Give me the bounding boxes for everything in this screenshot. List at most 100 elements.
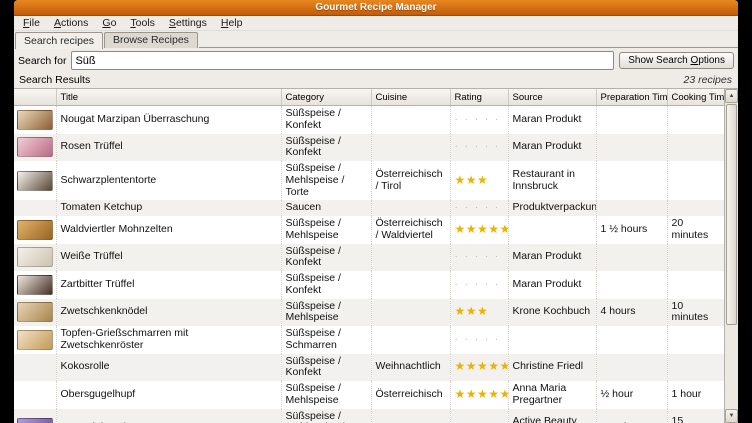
show-search-options-button[interactable]: Show Search Options (619, 52, 734, 69)
recipe-rating: ★★★ (450, 299, 508, 327)
recipe-cuisine: Weihnachtlich (371, 354, 450, 382)
table-header-row: TitleCategoryCuisineRatingSourcePreparat… (14, 89, 724, 106)
recipe-row[interactable]: Topfen-Grießschmarren mit Zwetschkenröst… (14, 326, 724, 354)
recipe-thumbnail (17, 330, 53, 350)
recipe-cook-time (667, 244, 724, 272)
window-titlebar[interactable]: Gourmet Recipe Manager (14, 0, 738, 16)
recipe-rating: ★★★★★ (450, 354, 508, 382)
recipe-row[interactable]: SchwarzplententorteSüßspeise / Mehlspeis… (14, 161, 724, 200)
recipe-category: Süßspeise / Konfekt (281, 134, 371, 162)
recipe-cuisine (371, 409, 450, 423)
recipe-rating: ★★★ (450, 161, 508, 200)
scroll-down-button[interactable]: ▼ (725, 409, 738, 423)
search-input[interactable] (71, 51, 614, 70)
recipe-cuisine (371, 106, 450, 134)
recipe-cook-time: 10 minutes (667, 299, 724, 327)
scroll-up-button[interactable]: ▲ (725, 89, 738, 103)
menu-tools[interactable]: Tools (123, 17, 162, 29)
recipe-category: Süßspeise / Konfekt (281, 244, 371, 272)
recipe-cook-time: 20 minutes (667, 216, 724, 244)
recipe-cuisine (371, 271, 450, 299)
recipe-row[interactable]: ObersgugelhupfSüßspeise / MehlspeiseÖste… (14, 381, 724, 409)
window-title: Gourmet Recipe Manager (315, 2, 436, 13)
recipe-title-text: Waldviertler Mohnzelten (61, 224, 173, 236)
recipe-cuisine: Österreichisch / Waldviertel (371, 216, 450, 244)
recipe-prep-time (596, 271, 667, 299)
column-header-preparation-time[interactable]: Preparation Time (596, 89, 667, 106)
recipe-row[interactable]: Nougat Marzipan ÜberraschungSüßspeise / … (14, 106, 724, 134)
column-header-rating[interactable]: Rating (450, 89, 508, 106)
tab-search-recipes[interactable]: Search recipes (15, 32, 103, 49)
recipe-thumbnail (17, 275, 53, 295)
results-table-area: TitleCategoryCuisineRatingSourcePreparat… (14, 88, 738, 423)
menu-file[interactable]: File (16, 17, 47, 29)
recipe-prep-time (596, 244, 667, 272)
recipe-cuisine (371, 200, 450, 216)
recipe-thumbnail-cell (14, 271, 56, 299)
app-window: Gourmet Recipe Manager File Actions Go T… (14, 0, 738, 423)
rating-empty: · · · · · (455, 141, 501, 152)
recipe-thumbnail-cell (14, 161, 56, 200)
recipe-source (508, 216, 596, 244)
recipe-cuisine (371, 134, 450, 162)
scrollbar-trough[interactable] (726, 104, 737, 408)
results-table: TitleCategoryCuisineRatingSourcePreparat… (14, 89, 724, 423)
recipe-rating: ★★★★★ (450, 381, 508, 409)
recipe-title: Rosen Trüffel (56, 134, 281, 162)
recipe-prep-time (596, 106, 667, 134)
column-header-source[interactable]: Source (508, 89, 596, 106)
recipe-row[interactable]: Kokosrolle Süßspeise / KonfektWeihnachtli… (14, 354, 724, 382)
menu-go[interactable]: Go (95, 17, 123, 29)
menu-actions[interactable]: Actions (47, 17, 95, 29)
recipe-title-text: Obersgugelhupf (61, 389, 136, 401)
recipe-row[interactable]: LavendeltörtchenSüßspeise / Mehlspeise /… (14, 409, 724, 423)
recipe-title-text: Kokosrolle (61, 361, 110, 373)
recipe-prep-time: ½ hour (596, 381, 667, 409)
vertical-scrollbar[interactable]: ▲ ▼ (724, 89, 738, 423)
recipe-thumbnail (17, 418, 53, 423)
recipe-rating: ★★★★★ (450, 216, 508, 244)
menu-help[interactable]: Help (214, 17, 250, 29)
recipe-source: Maran Produkt (508, 134, 596, 162)
recipe-category: Süßspeise / Konfekt (281, 354, 371, 382)
recipe-row[interactable]: Waldviertler Mohnzelten Süßspeise / Mehls… (14, 216, 724, 244)
recipe-thumbnail-cell (14, 409, 56, 423)
recipe-prep-time: 1 ½ hours (596, 216, 667, 244)
column-header-title[interactable]: Title (56, 89, 281, 106)
recipe-category: Süßspeise / Mehlspeise / Torte (281, 161, 371, 200)
results-count: 23 recipes (684, 74, 732, 86)
recipe-source: Active Beauty Magazin (508, 409, 596, 423)
column-header-cooking-time[interactable]: Cooking Time (667, 89, 724, 106)
recipe-thumbnail (17, 137, 53, 157)
recipe-cook-time (667, 106, 724, 134)
column-header-category[interactable]: Category (281, 89, 371, 106)
recipe-title: Zartbitter Trüffel (56, 271, 281, 299)
recipe-row[interactable]: Zartbitter TrüffelSüßspeise / Konfekt· ·… (14, 271, 724, 299)
recipe-rating: · · · · · (450, 409, 508, 423)
recipe-rating: · · · · · (450, 134, 508, 162)
recipe-row[interactable]: Rosen TrüffelSüßspeise / Konfekt · · · · … (14, 134, 724, 162)
recipe-rating: · · · · · (450, 326, 508, 354)
search-panel: Search for Show Search Options (14, 48, 738, 73)
recipe-source: Restaurant in Innsbruck (508, 161, 596, 200)
recipe-cook-time (667, 134, 724, 162)
recipe-category: Süßspeise / Konfekt (281, 106, 371, 134)
recipe-title: Topfen-Grießschmarren mit Zwetschkenröst… (56, 326, 281, 354)
recipe-thumbnail-cell (14, 216, 56, 244)
rating-empty: · · · · · (455, 334, 501, 345)
column-header-cuisine[interactable]: Cuisine (371, 89, 450, 106)
recipe-title-text: Zartbitter Trüffel (61, 279, 135, 291)
recipe-prep-time (596, 161, 667, 200)
recipe-cook-time (667, 354, 724, 382)
recipe-category: Süßspeise / Mehlspeise (281, 216, 371, 244)
menu-settings[interactable]: Settings (162, 17, 214, 29)
tab-browse-recipes[interactable]: Browse Recipes (104, 32, 198, 48)
recipe-cook-time (667, 271, 724, 299)
recipe-thumbnail-cell (14, 134, 56, 162)
recipe-row[interactable]: Weiße TrüffelSüßspeise / Konfekt· · · · … (14, 244, 724, 272)
scrollbar-thumb[interactable] (726, 104, 737, 325)
recipe-row[interactable]: ZwetschkenknödelSüßspeise / Mehlspeise★★… (14, 299, 724, 327)
recipe-title-text: Weiße Trüffel (61, 251, 123, 263)
rating-stars: ★★★ (455, 304, 489, 318)
recipe-row[interactable]: Tomaten KetchupSaucen· · · · ·Produktver… (14, 200, 724, 216)
